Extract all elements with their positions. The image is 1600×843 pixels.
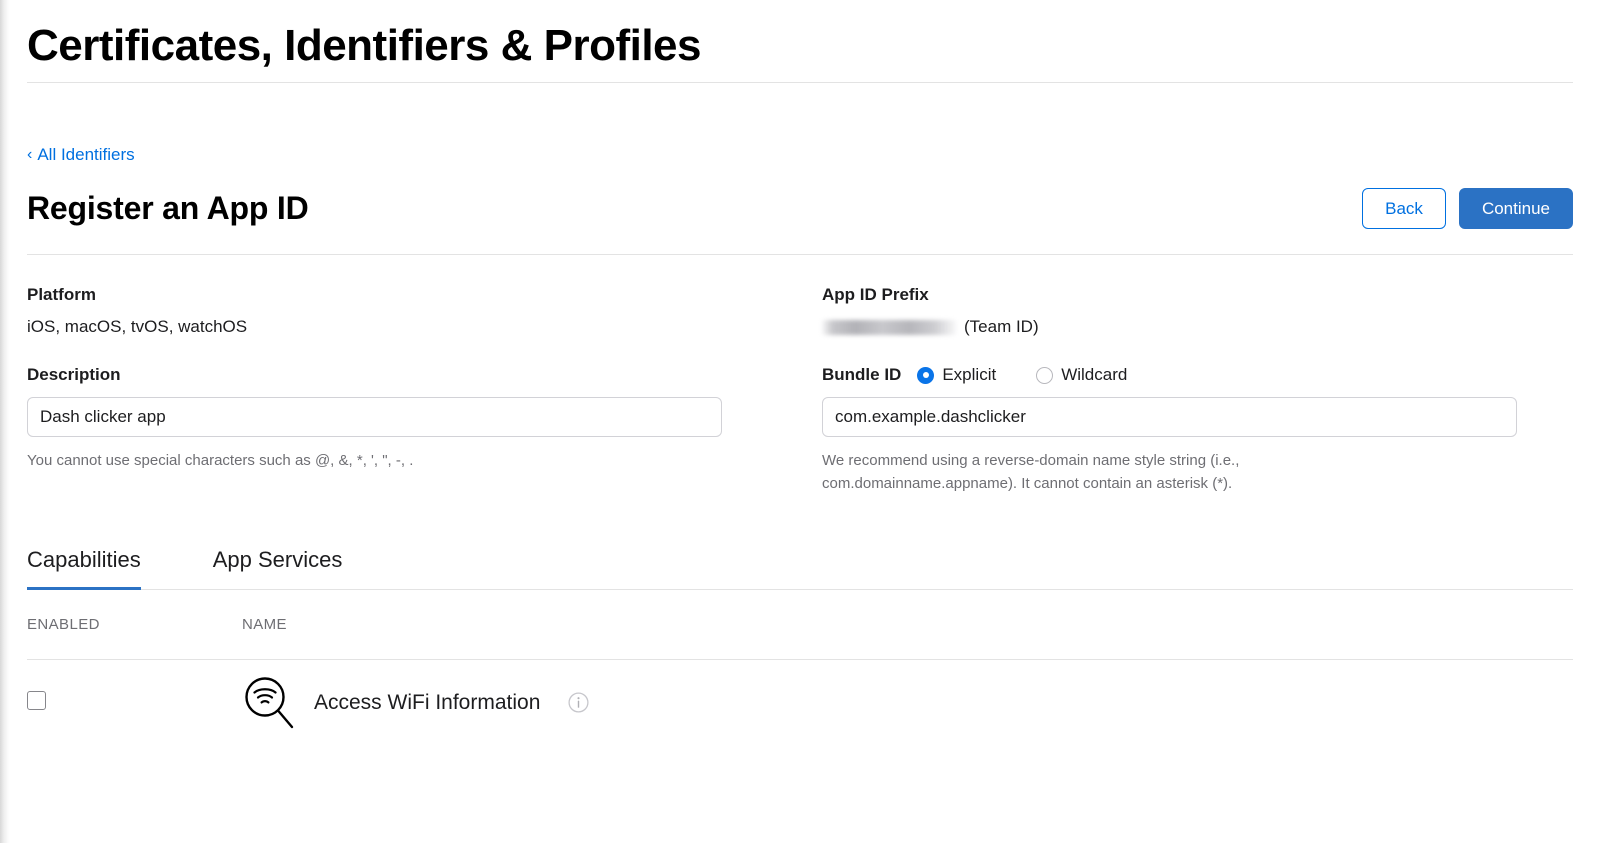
tab-app-services[interactable]: App Services [213, 547, 343, 590]
chevron-left-icon: ‹ [27, 146, 33, 163]
bundle-id-radio-explicit-label: Explicit [942, 365, 997, 384]
platform-label: Platform [27, 285, 96, 304]
bundle-id-label: Bundle ID [822, 365, 902, 384]
back-button[interactable]: Back [1362, 187, 1446, 229]
capability-checkbox[interactable] [27, 690, 46, 710]
row-enabled-cell [27, 690, 242, 715]
bundle-id-input[interactable] [822, 397, 1517, 437]
capabilities-tabbar: Capabilities App Services [27, 547, 1573, 590]
form-right-column: App ID Prefix (Team ID) Bundle ID Explic… [822, 285, 1573, 495]
capabilities-table: ENABLED NAME Access WiFi Information [27, 590, 1573, 745]
tab-capabilities[interactable]: Capabilities [27, 547, 141, 590]
column-header-name: NAME [242, 616, 287, 633]
capability-name-label: Access WiFi Information [314, 690, 541, 714]
masthead-divider [27, 82, 1573, 83]
continue-button[interactable]: Continue [1458, 187, 1573, 229]
table-header-row: ENABLED NAME [27, 590, 1573, 660]
bundle-id-radio-explicit[interactable]: Explicit [917, 365, 996, 385]
description-label: Description [27, 365, 121, 384]
masthead: Certificates, Identifiers & Profiles [0, 0, 1600, 73]
app-id-prefix-label: App ID Prefix [822, 285, 929, 304]
description-input[interactable] [27, 397, 722, 437]
radio-unselected-icon [1036, 366, 1054, 384]
bundle-id-options-row: Bundle ID Explicit Wildcard [822, 365, 1573, 385]
breadcrumb-label: All Identifiers [37, 145, 135, 164]
wifi-magnifier-icon [242, 675, 296, 731]
page-header-title: Certificates, Identifiers & Profiles [27, 21, 702, 70]
team-id-suffix: (Team ID) [964, 317, 1039, 336]
table-row: Access WiFi Information [27, 660, 1573, 745]
bundle-id-radio-wildcard[interactable]: Wildcard [1036, 365, 1127, 385]
info-icon[interactable] [568, 692, 589, 713]
page-title: Register an App ID [27, 189, 309, 226]
breadcrumb-all-identifiers[interactable]: ‹ All Identifiers [27, 145, 135, 165]
row-name-cell: Access WiFi Information [242, 675, 1573, 731]
app-id-prefix-value-row: (Team ID) [822, 317, 1573, 337]
platform-value: iOS, macOS, tvOS, watchOS [27, 317, 248, 336]
app-id-prefix-redacted-value [822, 319, 956, 335]
page-title-row: Register an App ID Back Continue [27, 183, 1573, 233]
form-left-column: Platform iOS, macOS, tvOS, watchOS Descr… [27, 285, 822, 495]
bundle-id-radio-wildcard-label: Wildcard [1061, 365, 1128, 384]
description-help-text: You cannot use special characters such a… [27, 452, 414, 469]
app-id-form: Platform iOS, macOS, tvOS, watchOS Descr… [27, 255, 1573, 495]
column-header-enabled: ENABLED [27, 616, 100, 633]
page-root: Certificates, Identifiers & Profiles ‹ A… [0, 0, 1600, 843]
bundle-id-help-text: We recommend using a reverse-domain name… [822, 452, 1240, 492]
radio-selected-icon [917, 366, 935, 384]
action-buttons: Back Continue [1362, 187, 1573, 229]
